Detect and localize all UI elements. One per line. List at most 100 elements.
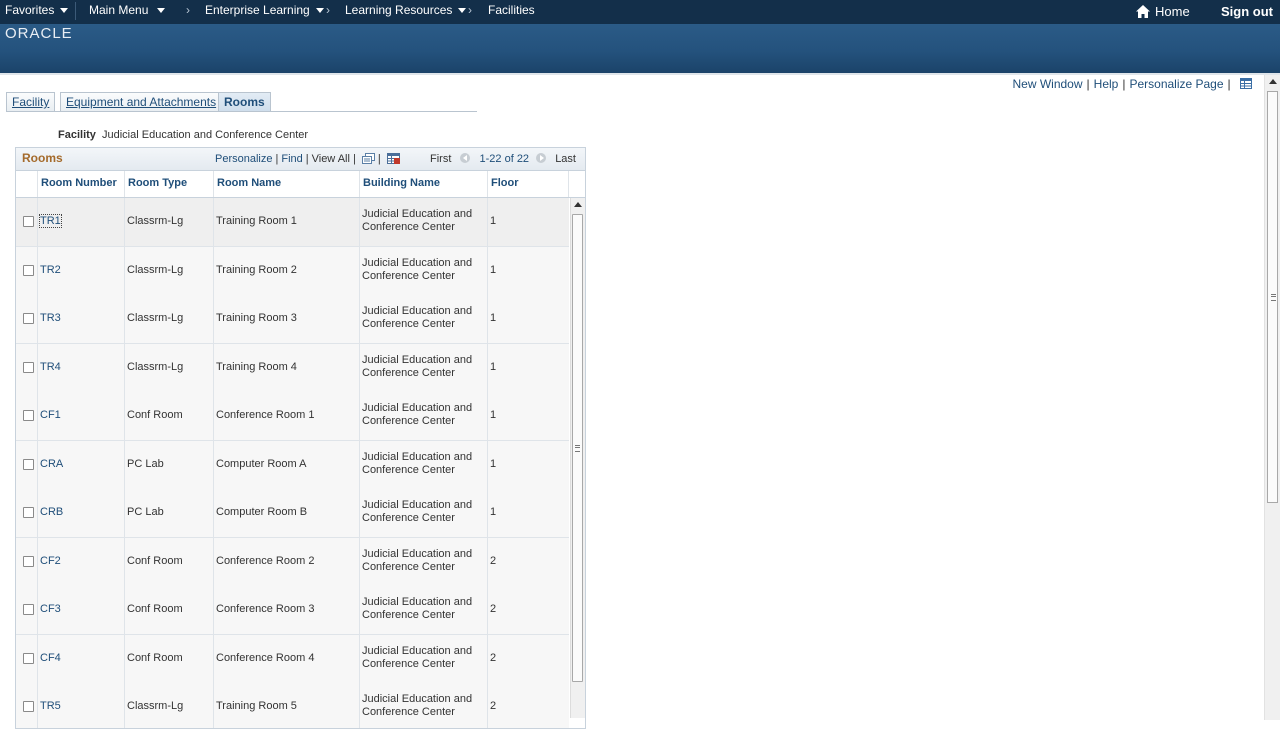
table-row[interactable]: CF3 Conf Room Conference Room 3 Judicial… [16,586,569,635]
room-name-cell: Conference Room 3 [214,586,360,634]
grid-scrollbar[interactable] [570,198,585,718]
table-row[interactable]: TR3 Classrm-Lg Training Room 3 Judicial … [16,295,569,344]
main-menu[interactable]: Main Menu [89,0,166,22]
column-header-building-name[interactable]: Building Name [360,171,488,197]
personalize-page-link[interactable]: Personalize Page [1129,77,1223,91]
building-name-cell: Judicial Education and Conference Center [360,537,488,586]
download-excel-icon[interactable] [386,153,400,164]
scroll-thumb[interactable] [1267,91,1278,503]
column-header-floor[interactable]: Floor [488,171,569,197]
help-link[interactable]: Help [1094,77,1119,91]
nav-divider [75,2,76,20]
page-links: New Window | Help | Personalize Page | [1013,77,1252,91]
row-checkbox[interactable] [23,313,34,324]
room-number-link[interactable]: CF2 [40,555,61,567]
table-row[interactable]: CF1 Conf Room Conference Room 1 Judicial… [16,392,569,441]
column-headers: Room Number Room Type Room Name Building… [16,171,585,198]
page-scrollbar[interactable] [1264,75,1280,720]
scroll-thumb[interactable] [572,214,583,682]
row-checkbox[interactable] [23,604,34,615]
room-type: Classrm-Lg [127,215,184,227]
select-cell [16,343,38,392]
building-name-cell: Judicial Education and Conference Center [360,392,488,440]
tab-rooms[interactable]: Rooms [218,92,271,111]
zoom-grid-icon[interactable] [361,153,375,164]
breadcrumb-enterprise-learning[interactable]: Enterprise Learning [205,0,324,22]
room-number-link[interactable]: TR1 [39,214,62,228]
column-header-room-name[interactable]: Room Name [214,171,360,197]
next-arrow-icon[interactable] [536,153,547,163]
column-header-room-number[interactable]: Room Number [38,171,125,197]
room-number-link[interactable]: CF4 [40,652,61,664]
room-type: Conf Room [127,651,183,664]
column-header-room-type[interactable]: Room Type [125,171,214,197]
table-row[interactable]: CRB PC Lab Computer Room B Judicial Educ… [16,489,569,538]
table-row[interactable]: CRA PC Lab Computer Room A Judicial Educ… [16,440,569,490]
breadcrumb-facilities[interactable]: Facilities [488,0,535,22]
room-name: Conference Room 3 [216,603,315,615]
tab-label: Facility [12,95,50,109]
room-name: Conference Room 2 [216,554,315,567]
room-number-cell: TR3 [38,295,125,343]
home-icon[interactable] [1136,5,1150,18]
select-cell [16,295,38,343]
main-menu-label: Main Menu [89,3,149,17]
row-checkbox[interactable] [23,410,34,421]
tab-facility[interactable]: Facility [6,92,56,111]
room-type-cell: Classrm-Lg [125,246,214,295]
view-all-link[interactable]: View All [312,153,350,165]
table-row[interactable]: CF2 Conf Room Conference Room 2 Judicial… [16,537,569,587]
scroll-up-icon[interactable] [1269,79,1277,84]
page-grid-icon[interactable] [1240,78,1252,89]
room-number-link[interactable]: TR5 [40,700,61,712]
new-window-link[interactable]: New Window [1013,77,1083,91]
link-separator: | [1227,77,1231,91]
room-number-link[interactable]: TR2 [40,264,61,276]
room-number-link[interactable]: CRB [40,506,63,518]
last-link[interactable]: Last [555,153,576,165]
room-number-link[interactable]: CF3 [40,603,61,615]
previous-arrow-icon[interactable] [460,153,471,163]
table-row[interactable]: CF4 Conf Room Conference Room 4 Judicial… [16,634,569,684]
room-type-cell: Conf Room [125,537,214,586]
room-number-link[interactable]: TR4 [40,361,61,373]
breadcrumb-learning-resources[interactable]: Learning Resources [345,0,467,22]
scroll-up-icon[interactable] [574,202,582,207]
row-checkbox[interactable] [23,264,34,276]
table-row[interactable]: TR4 Classrm-Lg Training Room 4 Judicial … [16,343,569,393]
row-checkbox[interactable] [23,458,34,470]
room-name-cell: Conference Room 2 [214,537,360,586]
building-name: Judicial Education and Conference Center [362,450,473,476]
room-name-cell: Computer Room A [214,440,360,489]
row-checkbox[interactable] [23,361,34,373]
room-number-cell: CF3 [38,586,125,634]
floor: 1 [490,312,497,324]
select-cell [16,246,38,295]
row-checkbox[interactable] [23,555,34,567]
room-type-cell: Classrm-Lg [125,198,214,246]
row-checkbox[interactable] [23,507,34,518]
sign-out-link[interactable]: Sign out [1221,0,1273,24]
row-checkbox[interactable] [23,216,34,227]
floor: 1 [490,360,497,373]
first-link[interactable]: First [430,153,451,165]
select-column-header [16,171,38,197]
tab-equipment-and-attachments[interactable]: Equipment and Attachments [60,92,223,111]
row-checkbox[interactable] [23,652,34,664]
find-link[interactable]: Find [281,153,302,165]
room-number-link[interactable]: CF1 [40,409,61,421]
table-row[interactable]: TR2 Classrm-Lg Training Room 2 Judicial … [16,246,569,296]
personalize-link[interactable]: Personalize [215,153,272,165]
table-row[interactable]: TR1 Classrm-Lg Training Room 1 Judicial … [16,198,569,247]
table-row[interactable]: TR5 Classrm-Lg Training Room 5 Judicial … [16,683,569,728]
favorites-menu[interactable]: Favorites [5,0,69,22]
row-checkbox[interactable] [23,701,34,712]
building-name: Judicial Education and Conference Center [362,693,473,718]
breadcrumb-arrow-icon: › [468,3,472,17]
room-type: Conf Room [127,554,183,567]
home-link[interactable]: Home [1155,0,1190,24]
room-number-link[interactable]: CRA [40,458,63,470]
link-separator: | [1122,77,1126,91]
room-number-link[interactable]: TR3 [40,312,61,324]
floor: 2 [490,554,497,567]
